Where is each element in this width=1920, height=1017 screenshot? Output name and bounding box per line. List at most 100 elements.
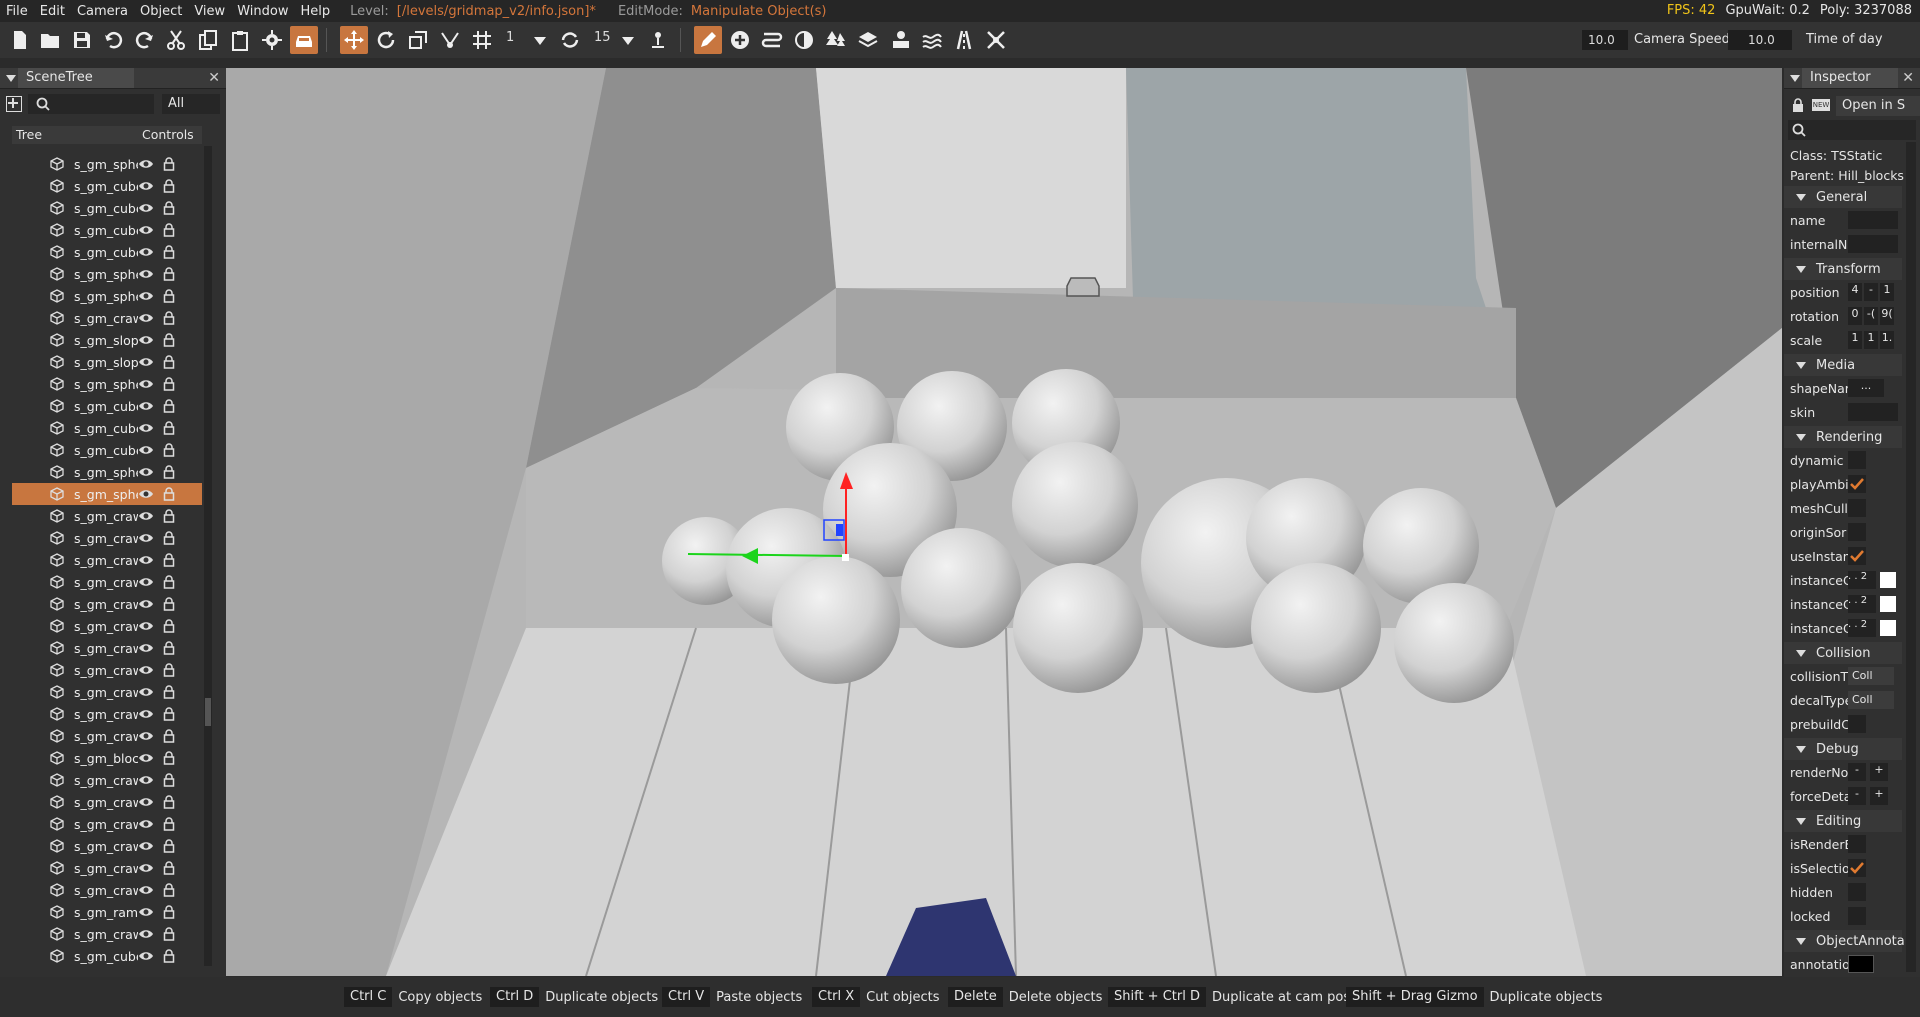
add-group-icon[interactable] (6, 96, 22, 112)
lock-icon[interactable] (163, 487, 175, 501)
playambient-checkbox[interactable] (1848, 475, 1866, 493)
tree-item[interactable]: s_gm_sphe (12, 285, 202, 307)
cut-icon[interactable] (162, 26, 190, 54)
visibility-eye-icon[interactable] (138, 598, 154, 610)
visibility-eye-icon[interactable] (138, 664, 154, 676)
column-tree[interactable]: Tree (16, 127, 42, 142)
visibility-eye-icon[interactable] (138, 840, 154, 852)
tree-item[interactable]: s_gm_cube (12, 241, 202, 263)
section-media[interactable]: Media (1784, 354, 1902, 376)
tree-item[interactable]: s_gm_craw (12, 769, 202, 791)
collisiontype-select[interactable]: Coll (1848, 667, 1894, 685)
scale-z[interactable]: 1. (1880, 331, 1894, 349)
instancecolor-1-value[interactable]: . . 2 (1848, 571, 1876, 589)
save-icon[interactable] (68, 26, 96, 54)
visibility-eye-icon[interactable] (138, 620, 154, 632)
tree-item[interactable]: s_gm_craw (12, 725, 202, 747)
new-file-icon[interactable] (6, 26, 34, 54)
vehicle-icon[interactable] (290, 26, 318, 54)
tree-item[interactable]: s_gm_sphe (12, 153, 202, 175)
close-icon[interactable]: ✕ (1902, 70, 1914, 86)
menu-edit[interactable]: Edit (34, 4, 71, 19)
hidden-checkbox[interactable] (1848, 883, 1866, 901)
tree-item[interactable]: s_gm_craw (12, 813, 202, 835)
tree-item[interactable]: s_gm_craw (12, 549, 202, 571)
lock-icon[interactable] (163, 333, 175, 347)
tree-item[interactable]: s_gm_craw (12, 637, 202, 659)
add-object-icon[interactable] (726, 26, 754, 54)
lock-icon[interactable] (163, 949, 175, 963)
camera-speed-field[interactable]: 10.0 (1582, 30, 1628, 50)
lock-icon[interactable] (163, 839, 175, 853)
section-general[interactable]: General (1784, 186, 1902, 208)
lock-icon[interactable] (163, 531, 175, 545)
lock-icon[interactable] (163, 597, 175, 611)
rotation-x[interactable]: 0 (1848, 307, 1862, 325)
scenetree-scrollbar[interactable] (204, 146, 212, 966)
panel-collapse-icon[interactable] (6, 75, 16, 82)
visibility-eye-icon[interactable] (138, 334, 154, 346)
lock-icon[interactable] (163, 157, 175, 171)
river-tool-icon[interactable] (918, 26, 946, 54)
menu-object[interactable]: Object (134, 4, 188, 19)
lock-icon[interactable] (163, 377, 175, 391)
visibility-eye-icon[interactable] (138, 884, 154, 896)
lock-icon[interactable] (163, 267, 175, 281)
tree-item[interactable]: s_gm_craw (12, 307, 202, 329)
decaltype-select[interactable]: Coll (1848, 691, 1894, 709)
tree-item[interactable]: s_gm_craw (12, 703, 202, 725)
scrollbar-thumb[interactable] (205, 698, 211, 726)
menu-camera[interactable]: Camera (71, 4, 134, 19)
lock-icon[interactable] (163, 553, 175, 567)
internalname-input[interactable] (1848, 235, 1898, 253)
grid-snap-icon[interactable] (468, 26, 496, 54)
visibility-eye-icon[interactable] (138, 554, 154, 566)
tree-item[interactable]: s_gm_craw (12, 593, 202, 615)
menu-file[interactable]: File (0, 4, 34, 19)
section-debug[interactable]: Debug (1784, 738, 1902, 760)
scale-gizmo-icon[interactable] (404, 26, 432, 54)
instancecolor-2-value[interactable]: . . 2 (1848, 595, 1876, 613)
pencil-edit-icon[interactable] (694, 26, 722, 54)
meshculling-checkbox[interactable] (1848, 499, 1866, 517)
close-icon[interactable]: ✕ (208, 70, 220, 86)
tree-item[interactable]: s_gm_cube (12, 439, 202, 461)
annotation-color-swatch[interactable] (1848, 955, 1874, 973)
lock-icon[interactable] (163, 729, 175, 743)
lock-icon[interactable] (163, 927, 175, 941)
visibility-eye-icon[interactable] (138, 950, 154, 962)
road-tool-icon[interactable] (758, 26, 786, 54)
position-z[interactable]: 1 (1880, 283, 1894, 301)
rotation-snap-value[interactable]: 15 (594, 30, 611, 45)
visibility-eye-icon[interactable] (138, 818, 154, 830)
visibility-eye-icon[interactable] (138, 686, 154, 698)
tree-item[interactable]: s_gm_craw (12, 505, 202, 527)
inspector-tab[interactable]: Inspector (1802, 68, 1898, 88)
visibility-eye-icon[interactable] (138, 158, 154, 170)
visibility-eye-icon[interactable] (138, 290, 154, 302)
tree-item[interactable]: s_gm_craw (12, 835, 202, 857)
lock-icon[interactable] (163, 443, 175, 457)
visibility-eye-icon[interactable] (138, 268, 154, 280)
locked-checkbox[interactable] (1848, 907, 1866, 925)
lock-icon[interactable] (163, 795, 175, 809)
paste-icon[interactable] (226, 26, 254, 54)
isrenderenabled-checkbox[interactable] (1848, 835, 1866, 853)
scale-x[interactable]: 1 (1848, 331, 1862, 349)
redo-icon[interactable] (130, 26, 158, 54)
tree-item[interactable]: s_gm_cube (12, 197, 202, 219)
rotation-y[interactable]: -( (1864, 307, 1878, 325)
tree-item[interactable]: s_gm_cube (12, 945, 202, 967)
lock-icon[interactable] (163, 289, 175, 303)
tree-item[interactable]: s_gm_craw (12, 615, 202, 637)
grid-snap-value[interactable]: 1 (506, 30, 514, 45)
section-rendering[interactable]: Rendering (1784, 426, 1902, 448)
tree-item[interactable]: s_gm_cube (12, 175, 202, 197)
forest-tool-icon[interactable] (822, 26, 850, 54)
scale-y[interactable]: 1 (1864, 331, 1878, 349)
useinstance-checkbox[interactable] (1848, 547, 1866, 565)
tree-item[interactable]: s_gm_craw (12, 659, 202, 681)
section-editing[interactable]: Editing (1784, 810, 1902, 832)
position-x[interactable]: 4 (1848, 283, 1862, 301)
snap-to-vertex-icon[interactable] (436, 26, 464, 54)
